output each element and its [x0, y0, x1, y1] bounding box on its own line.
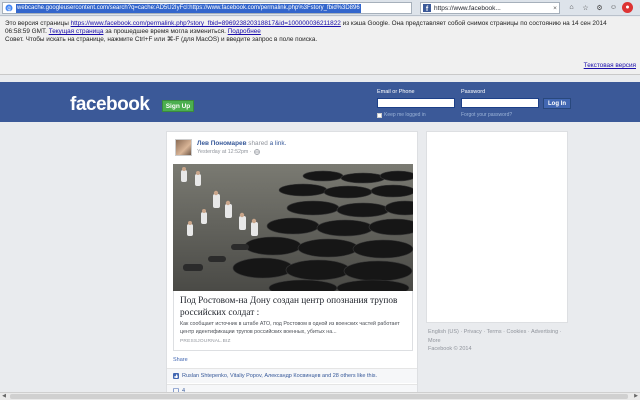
forgot-password-link[interactable]: Forgot your password? — [461, 112, 512, 118]
current-page-link[interactable]: Текущая страница — [49, 28, 104, 35]
google-icon: g — [4, 3, 14, 13]
footer-link-cookies[interactable]: Cookies — [506, 329, 526, 335]
copyright: Facebook © 2014 — [428, 346, 472, 352]
footer-link-language[interactable]: English (US) — [428, 329, 459, 335]
cache-tip: Совет. Чтобы искать на странице, нажмите… — [5, 36, 318, 43]
settings-icon[interactable]: ⚙ — [594, 2, 605, 13]
cache-text-3: за прошедшее время могла измениться. — [105, 28, 226, 35]
smiley-icon[interactable]: ☺ — [608, 2, 619, 13]
keep-logged-label: Keep me logged in — [384, 112, 426, 118]
link-title[interactable]: Под Ростовом-на Дону создан центр опозна… — [180, 295, 406, 319]
scrollbar-thumb[interactable] — [10, 394, 628, 399]
signup-button[interactable]: Sign Up — [162, 100, 194, 112]
cache-text-2: из кэша Google. Она представляет собой с… — [342, 20, 607, 27]
right-sidebar-box — [426, 131, 568, 323]
post-meta: Yesterday at 12:52pm · — [197, 149, 260, 155]
scroll-left-icon[interactable]: ◀ — [0, 393, 8, 400]
keep-logged-checkbox[interactable] — [377, 112, 382, 118]
globe-icon — [253, 149, 260, 155]
facebook-favicon-icon: f — [423, 4, 431, 12]
text-version-link[interactable]: Текстовая версия — [584, 62, 636, 70]
shared-text: shared — [248, 140, 268, 147]
star-icon[interactable]: ☆ — [580, 2, 591, 13]
password-input[interactable] — [461, 98, 539, 108]
keep-logged-in[interactable]: Keep me logged in — [377, 112, 426, 118]
share-link[interactable]: Share — [173, 357, 188, 363]
link-photo[interactable] — [173, 164, 413, 291]
cache-banner: Это версия страницы https://www.facebook… — [0, 17, 640, 75]
addon-icon[interactable]: ● — [622, 2, 633, 13]
menu-icon[interactable]: ≡ — [636, 2, 640, 13]
link-source: PRESSJOURNAL.BIZ — [180, 339, 231, 344]
likes-text[interactable]: Ruslan Shtepenko, Vitaliy Popov, Алексан… — [182, 373, 377, 379]
link-preview[interactable]: Под Ростовом-на Дону создан центр опозна… — [173, 291, 413, 351]
close-tab-icon[interactable]: × — [551, 5, 559, 12]
author-name[interactable]: Лев Пономарев — [197, 140, 247, 147]
post-header: Лев Пономарев shared a link. — [197, 140, 286, 147]
tab-title: https://www.facebook... — [434, 4, 501, 12]
post-time[interactable]: Yesterday at 12:52pm · — [197, 149, 252, 155]
footer-link-terms[interactable]: Terms — [487, 329, 502, 335]
more-info-link[interactable]: Подробнее — [228, 28, 261, 35]
cache-date: 06:58:59 GMT. — [5, 28, 47, 35]
cache-text-1: Это версия страницы — [5, 20, 69, 27]
link-description: Как сообщает источник в штабе АТО, под Р… — [180, 321, 400, 335]
link-word[interactable]: a link. — [270, 140, 287, 147]
url-text: webcache.googleusercontent.com/search?q=… — [16, 3, 361, 13]
likes-bar: Ruslan Shtepenko, Vitaliy Popov, Алексан… — [167, 368, 417, 383]
svg-text:g: g — [7, 6, 10, 12]
address-bar[interactable]: g webcache.googleusercontent.com/search?… — [2, 2, 412, 14]
browser-tab[interactable]: f https://www.facebook... × — [420, 2, 560, 14]
password-label: Password — [461, 89, 486, 95]
footer-links: English (US) · Privacy · Terms · Cookies… — [428, 329, 562, 344]
avatar[interactable] — [175, 139, 192, 156]
scroll-right-icon[interactable]: ▶ — [632, 393, 640, 400]
footer-link-more[interactable]: More — [428, 338, 441, 344]
post-card: Лев Пономарев shared a link. Yesterday a… — [166, 131, 418, 397]
cached-url-link[interactable]: https://www.facebook.com/permalink.php?s… — [71, 20, 341, 27]
like-thumb-icon — [173, 373, 179, 379]
email-label: Email or Phone — [377, 89, 415, 95]
horizontal-scrollbar[interactable]: ◀ ▶ — [0, 392, 640, 400]
footer-link-advertising[interactable]: Advertising — [531, 329, 558, 335]
login-button[interactable]: Log In — [543, 98, 571, 109]
home-icon[interactable]: ⌂ — [566, 2, 577, 13]
footer-link-privacy[interactable]: Privacy — [464, 329, 482, 335]
email-input[interactable] — [377, 98, 455, 108]
facebook-logo[interactable]: facebook — [70, 94, 150, 116]
browser-toolbar: g webcache.googleusercontent.com/search?… — [0, 0, 640, 16]
